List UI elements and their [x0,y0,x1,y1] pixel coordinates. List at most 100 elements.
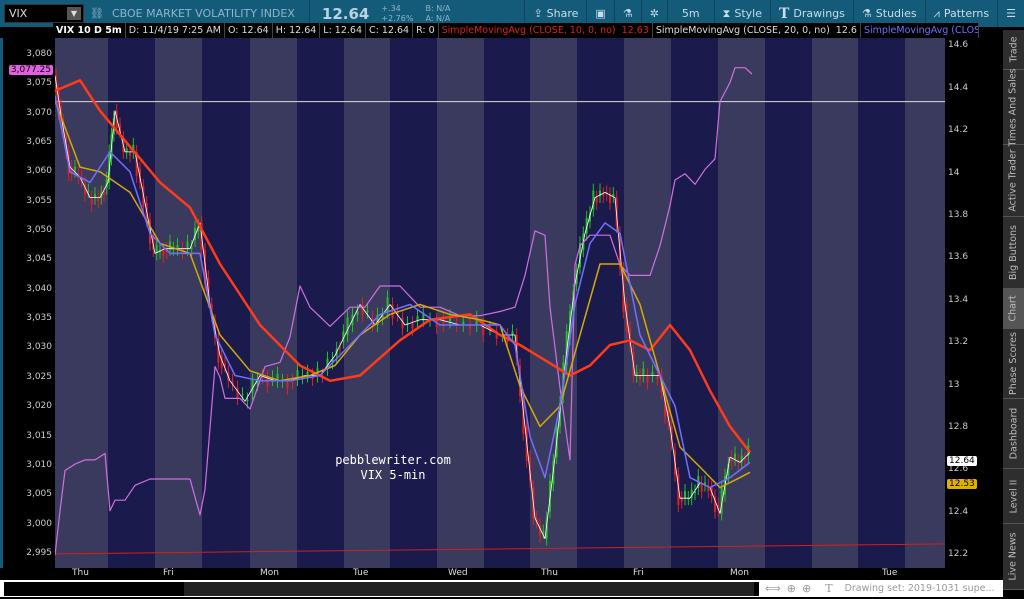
candle [125,148,128,152]
candle [411,323,414,329]
right-axis-tick: 12.8 [948,422,969,433]
bid: B: N/A [425,3,451,13]
menu-icon: ☰ [1006,7,1016,20]
bar-close: C: 12.64 [366,23,414,38]
left-axis-tick: 3,075 [26,78,52,89]
bid-ask: B: N/A A: N/A [419,4,456,24]
right-axis-tick: 13.2 [948,337,969,348]
candle [680,498,683,502]
candle [511,331,514,335]
candle [361,304,364,315]
side-tabs: Trade Times And Sales Active Trader Big But… [1003,30,1024,590]
sma-value-label: 12.53 [947,479,977,490]
left-axis-tick: 3,060 [26,166,52,177]
candle [401,318,404,329]
left-axis-tick: 3,025 [26,371,52,382]
link-icon[interactable]: ⛓ [90,7,104,20]
bar-date: D: 11/4/19 7:25 AM [126,23,225,38]
time-axis-label: Tue [882,568,898,578]
side-tab-dashboard[interactable]: Dashboard [1003,399,1024,469]
regular-session-band [108,38,155,568]
side-tab-chart[interactable]: Chart [1003,289,1024,329]
drawing-set[interactable]: Drawing set: 2019-1031 supe... [845,583,995,594]
candle [286,380,289,388]
side-tab-label: Phase Scores [1008,332,1020,395]
scrollbar-thumb[interactable] [184,581,754,596]
share-label: Share [546,7,579,20]
candle [129,151,131,156]
candle [602,194,605,196]
time-axis-label: Fri [163,568,174,578]
candle [635,371,638,376]
symbol-input[interactable]: VIX ▼ [4,4,84,23]
side-tab-label: Active Trader [1008,149,1020,212]
last-price: 12.64 [321,4,370,23]
chart-annotation: VIX 5-min [360,468,425,482]
chart-svg[interactable]: pebblewriter.comVIX 5-min [54,38,946,568]
candle [97,197,100,202]
horizontal-scrollbar[interactable] [4,581,759,596]
style-label: Style [734,7,762,20]
chart-area[interactable]: pebblewriter.com VIX 5-min [54,38,946,568]
menu-button[interactable]: ☰ [997,0,1024,27]
candle [366,311,369,313]
price-marker: 3,077.25 [8,65,53,76]
side-tab-live-news[interactable]: Live News [1003,524,1024,590]
left-axis-tick: 3,050 [26,225,52,236]
left-axis-tick: 3,030 [26,342,52,353]
side-tab-level-ii[interactable]: Level II [1003,469,1024,524]
flask-icon: ⚗ [622,7,633,20]
zoom-icon[interactable]: ⊕ [802,582,811,595]
right-price-axis[interactable]: 14.6 14.4 14.2 14 13.8 13.6 13.4 13.2 13 12.8 12.6… [945,38,1003,568]
left-axis-tick: 3,080 [26,49,52,60]
left-axis-tick: 2,995 [26,547,52,558]
left-axis-tick: 3,065 [26,137,52,148]
chevron-down-icon[interactable]: ▼ [67,7,81,20]
text-tool-icon[interactable]: T [825,582,832,595]
candle [646,375,649,383]
side-tab-times-and-sales[interactable]: Times And Sales [1003,68,1024,146]
drawings-label: Drawings [793,7,845,20]
expand-icon[interactable]: ⟺ [765,582,781,595]
candle [339,348,341,350]
candle [94,194,96,198]
side-tab-trade[interactable]: Trade [1003,30,1024,70]
sma10-label[interactable]: SimpleMovingAvg (CLOSE, 10, 0, no) [439,23,619,38]
candle [744,459,746,461]
candle [90,197,93,205]
change: +.34 +2.76% [375,4,419,24]
left-axis-tick: 3,010 [26,459,52,470]
left-axis-tick: 3,040 [26,283,52,294]
ask: A: N/A [425,13,451,23]
symbol-value: VIX [9,7,28,20]
time-axis[interactable]: Thu Fri Mon Tue Wed Thu Fri Mon Tue [55,568,945,580]
side-tab-big-buttons[interactable]: Big Buttons [1003,217,1024,289]
patterns-icon: ⩘ [933,6,940,20]
chart-title: VIX 10 D 5m [53,23,126,38]
candle [542,531,545,533]
side-tab-label: Live News [1008,532,1019,581]
candle [186,241,189,249]
regular-session-band [390,38,437,568]
crosshair-icon[interactable]: ⊕ [787,582,796,595]
gear-icon: ✲ [649,7,659,20]
side-tab-active-trader[interactable]: Active Trader [1003,145,1024,217]
left-axis-tick: 3,015 [26,430,52,441]
side-tab-label: Level II [1008,479,1020,513]
sma20-label[interactable]: SimpleMovingAvg (CLOSE, 20, 0, no) [653,23,833,38]
alert-icon: ▣ [595,7,606,20]
side-tab-phase-scores[interactable]: Phase Scores [1003,329,1024,399]
right-axis-tick: 14.6 [948,40,969,51]
style-icon: ⧗ [722,6,731,20]
sma50-label[interactable]: SimpleMovingAvg (CLOSE, 50,... [861,23,979,38]
side-tab-label: Chart [1008,295,1020,322]
sma20-value: 12.6 [833,23,861,38]
candle [241,394,244,396]
left-price-axis[interactable]: 3,080 3,075 3,070 3,065 3,060 3,055 3,050 3,045… [0,38,55,568]
candle [356,311,359,315]
time-axis-label: Tue [353,568,369,578]
left-axis-tick: 3,045 [26,254,52,265]
candle [103,192,105,195]
studies-label: Studies [875,7,917,20]
candle [306,371,309,376]
